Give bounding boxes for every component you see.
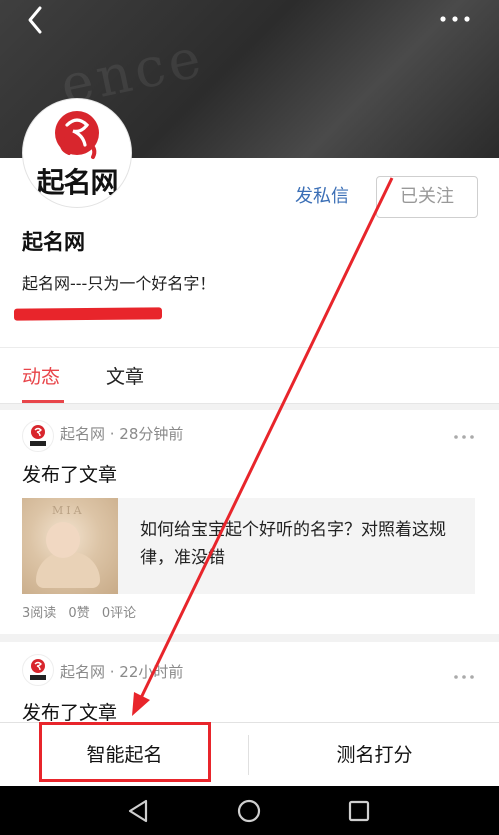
tab-articles[interactable]: 文章 <box>106 362 144 389</box>
thumbnail-figure <box>36 552 100 588</box>
more-horizontal-icon[interactable] <box>435 8 475 30</box>
divider <box>248 735 249 775</box>
tab-dynamics[interactable]: 动态 <box>22 362 60 389</box>
feed-separator <box>0 634 499 642</box>
avatar[interactable]: 起名网 <box>22 98 132 208</box>
read-count: 3阅读 <box>22 606 57 621</box>
home-circle-icon[interactable] <box>236 798 262 824</box>
article-title: 如何给宝宝起个好听的名字？对照着这规律，准没错 <box>140 520 446 568</box>
account-bio: 起名网---只为一个好名字！ <box>22 274 216 293</box>
article-thumbnail: MIA <box>22 498 118 594</box>
like-count[interactable]: 0赞 <box>68 606 89 621</box>
chevron-left-icon[interactable] <box>20 4 52 36</box>
more-horizontal-icon[interactable] <box>453 432 475 442</box>
logo-emblem-icon <box>30 659 46 680</box>
thumbnail-watermark: MIA <box>52 504 85 517</box>
post-meta: 起名网 · 28分钟前 <box>60 425 184 443</box>
thumbnail-figure <box>46 522 80 558</box>
logo-emblem-icon <box>30 425 46 446</box>
recent-apps-icon[interactable] <box>346 798 372 824</box>
send-message-button[interactable]: 发私信 <box>286 183 358 211</box>
name-score-button[interactable]: 测名打分 <box>250 723 499 787</box>
avatar-logo-text: 起名网 <box>36 166 118 199</box>
smart-naming-button[interactable]: 智能起名 <box>0 723 249 787</box>
post-author-avatar[interactable] <box>22 420 54 452</box>
system-navigation-bar <box>0 786 499 835</box>
divider <box>0 347 499 348</box>
account-name: 起名网 <box>22 230 85 254</box>
redaction-mark <box>13 307 163 321</box>
follow-button[interactable]: 已关注 <box>376 176 478 218</box>
post-meta: 起名网 · 22小时前 <box>60 663 184 681</box>
feed-post: 起名网 · 28分钟前 发布了文章 MIA 如何给宝宝起个好听的名字？对照着这规… <box>0 410 499 634</box>
more-horizontal-icon[interactable] <box>453 672 475 682</box>
post-author-avatar[interactable] <box>22 654 54 686</box>
back-triangle-icon[interactable] <box>126 798 152 824</box>
bottom-action-bar: 智能起名 测名打分 <box>0 722 499 787</box>
post-stats: 3阅读 0赞 0评论 <box>22 602 144 621</box>
feed-post: 起名网 · 22小时前 发布了文章 <box>0 642 499 724</box>
article-card[interactable]: MIA 如何给宝宝起个好听的名字？对照着这规律，准没错 <box>22 498 475 594</box>
post-action-text: 发布了文章 <box>22 702 118 724</box>
comment-count[interactable]: 0评论 <box>102 606 136 621</box>
post-action-text: 发布了文章 <box>22 464 118 486</box>
